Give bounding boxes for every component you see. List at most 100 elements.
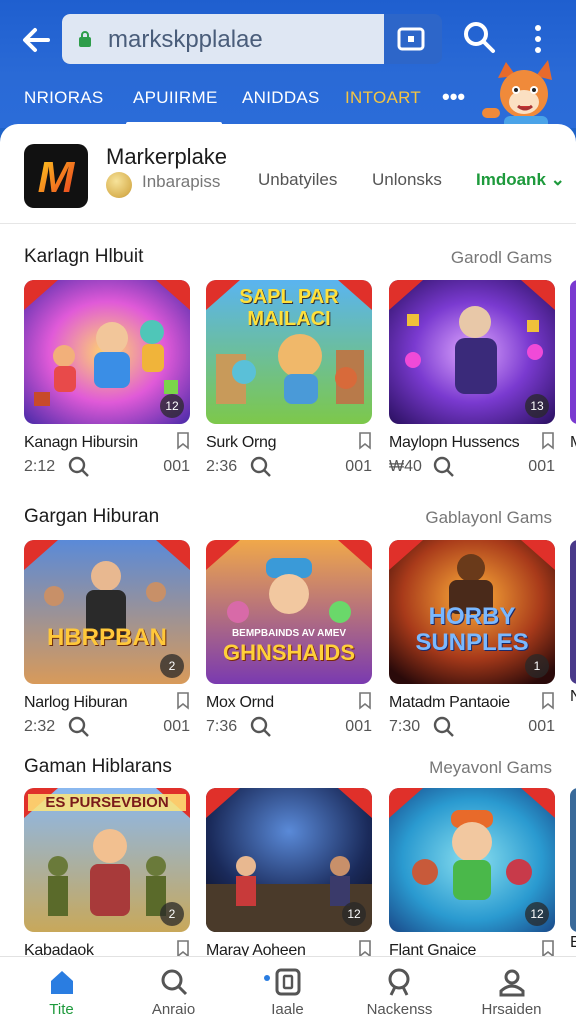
address-bar[interactable]: markskpplalae: [62, 14, 442, 64]
rating-badge: 12: [160, 394, 184, 418]
game-card[interactable]: HORBY SUNPLES 1 Matadm Pantaoie 7:30 001: [389, 540, 555, 740]
rating-badge: 12: [342, 902, 366, 926]
game-duration: 2:32: [24, 718, 56, 735]
game-duration: 7:30: [389, 718, 421, 735]
chevron-down-icon: ⌄: [550, 170, 565, 189]
rating-badge: 2: [160, 902, 184, 926]
game-thumbnail[interactable]: 12: [389, 788, 555, 932]
game-title-peek: N: [570, 688, 576, 705]
section-more-link[interactable]: Gablayonl Gams: [425, 508, 552, 528]
bookmark-icon[interactable]: [541, 692, 555, 710]
game-thumbnail-peek[interactable]: [570, 540, 576, 684]
rating-badge: 12: [525, 902, 549, 926]
bottom-nav-profile[interactable]: Hrsaiden: [454, 957, 569, 1024]
bookmark-icon[interactable]: [358, 432, 372, 450]
game-card[interactable]: ES PURSEVBION 2 Kabadaok: [24, 788, 190, 959]
search-icon: [161, 969, 188, 996]
magnifier-icon[interactable]: [250, 456, 272, 478]
game-thumbnail[interactable]: 12: [24, 280, 190, 424]
bottom-nav-home[interactable]: Tite: [4, 957, 119, 1024]
header-link-2[interactable]: Unlonsks: [372, 170, 442, 190]
section-more-link[interactable]: Garodl Gams: [451, 248, 552, 268]
game-duration: ₩40: [389, 458, 422, 475]
game-title-peek: E: [570, 934, 576, 951]
bottom-nav-label: Nackenss: [366, 1001, 433, 1018]
game-thumbnail-peek[interactable]: [570, 788, 576, 932]
game-thumbnail[interactable]: HBRPBAN 2: [24, 540, 190, 684]
thumbnail-banner: GHNSHAIDS: [222, 640, 355, 665]
game-thumbnail[interactable]: 12: [206, 788, 372, 932]
bookmark-icon[interactable]: [358, 692, 372, 710]
game-duration: 2:36: [206, 458, 238, 475]
bookmark-icon[interactable]: [541, 432, 555, 450]
person-search-icon: [388, 968, 410, 996]
tab-aniddas[interactable]: ANIDDAS: [242, 88, 320, 108]
game-count: 001: [163, 458, 190, 475]
rating-badge: 13: [525, 394, 549, 418]
back-arrow-icon[interactable]: [18, 22, 54, 58]
game-thumbnail[interactable]: 13: [389, 280, 555, 424]
bottom-nav-label: Hrsaiden: [481, 1001, 542, 1018]
tabs-icon[interactable]: [396, 24, 426, 54]
url-field[interactable]: markskpplalae: [62, 14, 384, 64]
rating-badge: 1: [525, 654, 549, 678]
bookmark-icon[interactable]: [176, 432, 190, 450]
thumbnail-subbanner: BEMPBAINDS AV AMEV: [231, 628, 347, 639]
bottom-navigation: Tite Anraio Iaale Nackenss Hrsaiden: [0, 956, 576, 1024]
bookmark-icon[interactable]: [176, 692, 190, 710]
game-count: 001: [528, 458, 555, 475]
game-title[interactable]: Kanagn Hibursin: [24, 434, 138, 452]
section-title: Gargan Hiburan: [24, 506, 160, 527]
game-title-peek: M: [570, 434, 576, 452]
app-title: Markerplake: [106, 144, 228, 169]
section-title: Gaman Hiblarans: [24, 756, 172, 777]
bottom-nav-search[interactable]: Anraio: [116, 957, 231, 1024]
magnifier-icon[interactable]: [433, 456, 455, 478]
app-logo[interactable]: M: [24, 144, 88, 208]
url-text: markskpplalae: [108, 26, 263, 53]
game-thumbnail[interactable]: BEMPBAINDS AV AMEV GHNSHAIDS: [206, 540, 372, 684]
notification-dot: [264, 975, 270, 981]
developer-name[interactable]: Inbarapiss: [142, 172, 220, 192]
section-more-link[interactable]: Meyavonl Gams: [429, 758, 552, 778]
game-thumbnail[interactable]: HORBY SUNPLES 1: [389, 540, 555, 684]
more-vert-icon[interactable]: [526, 22, 550, 56]
bottom-nav-people[interactable]: Nackenss: [342, 957, 457, 1024]
game-card[interactable]: 12 Maray Aoheen: [206, 788, 372, 959]
game-card[interactable]: 12 Kanagn Hibursin 2:12 001: [24, 280, 190, 480]
m-logo-icon: M: [38, 153, 76, 202]
more-tabs-icon[interactable]: •••: [442, 84, 465, 110]
lock-icon: [79, 31, 91, 47]
game-count: 001: [528, 718, 555, 735]
thumbnail-banner: HORBY SUNPLES: [415, 603, 529, 656]
magnifier-icon[interactable]: [68, 716, 90, 738]
header-link-1[interactable]: Unbatyiles: [258, 170, 337, 190]
game-card[interactable]: BEMPBAINDS AV AMEV GHNSHAIDS Mox Ornd 7:…: [206, 540, 372, 740]
thumbnail-banner: ES PURSEVBION: [28, 794, 186, 811]
game-title[interactable]: Matadm Pantaoie: [389, 694, 510, 712]
search-icon[interactable]: [462, 20, 496, 54]
tab-intoart[interactable]: INTOART: [345, 88, 421, 108]
game-title[interactable]: Narlog Hiburan: [24, 694, 128, 712]
game-card[interactable]: 13 Maylopn Hussencs ₩40 001: [389, 280, 555, 480]
game-thumbnail[interactable]: SAPL PAR MAILACI: [206, 280, 372, 424]
game-card[interactable]: HBRPBAN 2 Narlog Hiburan 2:32 001: [24, 540, 190, 740]
tab-apuiirme[interactable]: APUIIRME: [133, 88, 218, 108]
tab-nrioras[interactable]: NRIORAS: [24, 88, 104, 108]
game-thumbnail-peek[interactable]: [570, 280, 576, 424]
game-title[interactable]: Maylopn Hussencs: [389, 434, 520, 452]
bottom-nav-label: Anraio: [151, 1001, 196, 1018]
game-thumbnail[interactable]: ES PURSEVBION 2: [24, 788, 190, 932]
magnifier-icon[interactable]: [68, 456, 90, 478]
magnifier-icon[interactable]: [250, 716, 272, 738]
game-card[interactable]: 12 Flant Gnaice: [389, 788, 555, 959]
header-link-3[interactable]: Imdoank ⌄: [476, 170, 565, 190]
fox-mascot-icon: [482, 60, 552, 130]
bottom-nav-library[interactable]: Iaale: [230, 957, 345, 1024]
magnifier-icon[interactable]: [433, 716, 455, 738]
home-icon: [51, 971, 73, 994]
library-icon: [275, 968, 301, 996]
game-title[interactable]: Mox Ornd: [206, 694, 274, 712]
game-card[interactable]: SAPL PAR MAILACI Surk Orng 2:36 001: [206, 280, 372, 480]
game-title[interactable]: Surk Orng: [206, 434, 277, 452]
